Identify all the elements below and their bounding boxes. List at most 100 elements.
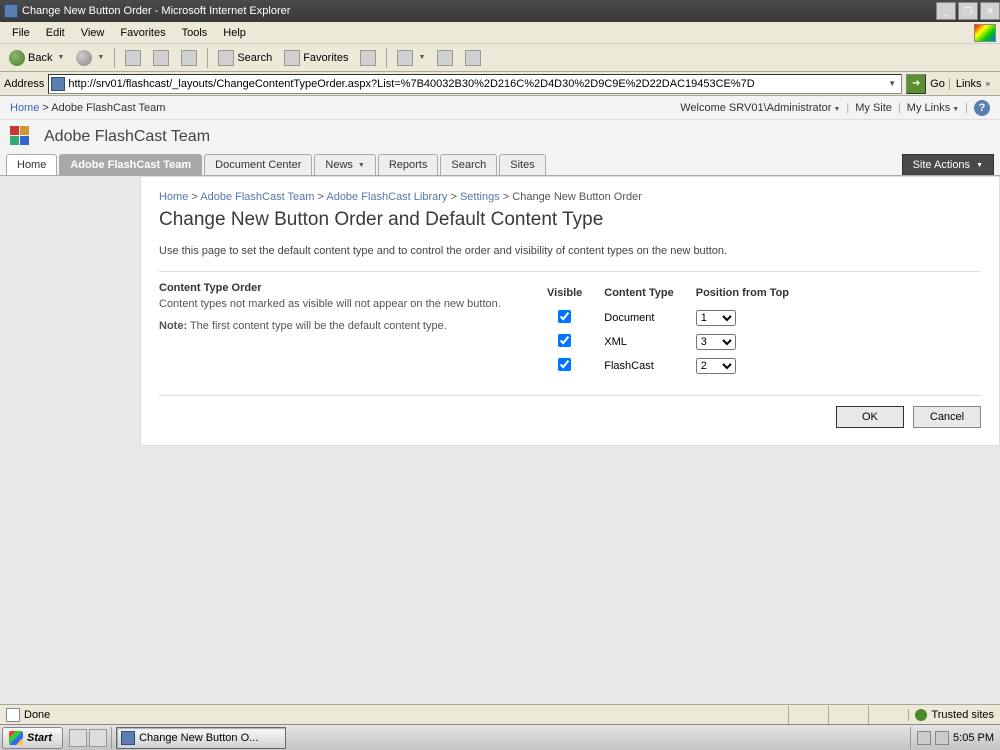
site-title-area: Adobe FlashCast Team bbox=[0, 120, 1000, 154]
url-box[interactable]: ▼ bbox=[48, 74, 902, 94]
stop-button[interactable] bbox=[120, 47, 146, 69]
history-button[interactable] bbox=[355, 47, 381, 69]
tab-reports[interactable]: Reports bbox=[378, 154, 439, 175]
ok-button[interactable]: OK bbox=[836, 406, 904, 428]
system-tray: 5:05 PM bbox=[910, 727, 1000, 749]
content-type-table: Visible Content Type Position from Top D… bbox=[539, 282, 805, 379]
shield-icon bbox=[915, 709, 927, 721]
chevron-down-icon[interactable]: ▼ bbox=[57, 54, 64, 61]
separator bbox=[386, 48, 387, 68]
table-row: XML123 bbox=[541, 331, 803, 353]
bc-home[interactable]: Home bbox=[159, 191, 188, 203]
content-type-name: Document bbox=[598, 307, 687, 329]
status-pane bbox=[788, 706, 828, 724]
ie-icon bbox=[4, 4, 18, 18]
home-button[interactable] bbox=[176, 47, 202, 69]
chevron-down-icon[interactable]: ▼ bbox=[97, 54, 104, 61]
global-crumb: Adobe FlashCast Team bbox=[51, 102, 165, 114]
tray-icon[interactable] bbox=[935, 731, 949, 745]
security-zone[interactable]: Trusted sites bbox=[908, 709, 994, 721]
tab-news[interactable]: News▼ bbox=[314, 154, 375, 175]
close-button[interactable]: ✕ bbox=[980, 2, 1000, 20]
windows-flag-icon bbox=[9, 731, 23, 745]
bc-current: Change New Button Order bbox=[512, 191, 642, 203]
favorites-label: Favorites bbox=[303, 52, 348, 64]
tab-home[interactable]: Home bbox=[6, 154, 57, 175]
position-select[interactable]: 123 bbox=[696, 358, 736, 374]
visible-checkbox[interactable] bbox=[558, 358, 571, 371]
help-icon[interactable]: ? bbox=[974, 100, 990, 116]
menu-view[interactable]: View bbox=[73, 25, 113, 41]
windows-taskbar: Start Change New Button O... 5:05 PM bbox=[0, 724, 1000, 750]
browser-viewport: Home > Adobe FlashCast Team Welcome SRV0… bbox=[0, 96, 1000, 728]
form-buttons: OK Cancel bbox=[159, 395, 981, 428]
quick-launch-item[interactable] bbox=[69, 729, 87, 747]
back-button[interactable]: Back ▼ bbox=[4, 47, 69, 69]
status-text: Done bbox=[24, 709, 50, 721]
mysite-link[interactable]: My Site bbox=[855, 102, 892, 114]
start-button[interactable]: Start bbox=[2, 727, 63, 749]
table-row: Document 123 bbox=[541, 307, 803, 329]
search-button[interactable]: Search bbox=[213, 47, 277, 69]
status-pane bbox=[868, 706, 908, 724]
cancel-button[interactable]: Cancel bbox=[913, 406, 981, 428]
favorites-button[interactable]: Favorites bbox=[279, 47, 353, 69]
menu-favorites[interactable]: Favorites bbox=[112, 25, 173, 41]
page-description: Use this page to set the default content… bbox=[159, 239, 981, 271]
site-actions-menu[interactable]: Site Actions▼ bbox=[902, 154, 994, 175]
tray-icon[interactable] bbox=[917, 731, 931, 745]
position-select[interactable]: 123 bbox=[696, 334, 736, 350]
bc-library[interactable]: Adobe FlashCast Library bbox=[326, 191, 447, 203]
tab-document-center[interactable]: Document Center bbox=[204, 154, 312, 175]
col-content-type: Content Type bbox=[598, 284, 687, 305]
favicon-icon bbox=[51, 77, 65, 91]
go-button[interactable]: ➔ bbox=[906, 74, 926, 94]
visible-checkbox[interactable] bbox=[558, 334, 571, 347]
refresh-button[interactable] bbox=[148, 47, 174, 69]
address-label: Address bbox=[4, 78, 44, 90]
visible-checkbox[interactable] bbox=[558, 310, 571, 323]
site-title: Adobe FlashCast Team bbox=[44, 128, 210, 146]
address-bar: Address ▼ ➔ Go Links» bbox=[0, 72, 1000, 96]
taskbar-task-ie[interactable]: Change New Button O... bbox=[116, 727, 286, 749]
tab-sites[interactable]: Sites bbox=[499, 154, 545, 175]
separator bbox=[207, 48, 208, 68]
bc-team[interactable]: Adobe FlashCast Team bbox=[200, 191, 314, 203]
page-icon bbox=[6, 708, 20, 722]
menu-tools[interactable]: Tools bbox=[174, 25, 216, 41]
print-button[interactable] bbox=[432, 47, 458, 69]
ie-throbber-icon bbox=[974, 24, 996, 42]
url-input[interactable] bbox=[68, 78, 885, 90]
links-toolbar[interactable]: Links» bbox=[949, 78, 996, 90]
url-dropdown-icon[interactable]: ▼ bbox=[885, 79, 899, 88]
status-pane bbox=[828, 706, 868, 724]
mail-button[interactable]: ▼ bbox=[392, 47, 430, 69]
menu-help[interactable]: Help bbox=[215, 25, 254, 41]
tab-search[interactable]: Search bbox=[440, 154, 497, 175]
edit-button[interactable] bbox=[460, 47, 486, 69]
top-nav-tabs: Home Adobe FlashCast Team Document Cente… bbox=[0, 154, 1000, 176]
content-type-order-section: Content Type Order Content types not mar… bbox=[159, 271, 981, 379]
menu-edit[interactable]: Edit bbox=[38, 25, 73, 41]
sharepoint-global-nav: Home > Adobe FlashCast Team Welcome SRV0… bbox=[0, 96, 1000, 120]
back-label: Back bbox=[28, 52, 52, 64]
maximize-button[interactable]: ❐ bbox=[958, 2, 978, 20]
navigation-toolbar: Back ▼ ▼ Search Favorites ▼ bbox=[0, 44, 1000, 72]
minimize-button[interactable]: _ bbox=[936, 2, 956, 20]
quick-launch-item[interactable] bbox=[89, 729, 107, 747]
tab-flashcast-team[interactable]: Adobe FlashCast Team bbox=[59, 154, 202, 175]
welcome-menu[interactable]: Welcome SRV01\Administrator▼ bbox=[680, 102, 840, 114]
ie-icon bbox=[121, 731, 135, 745]
search-label: Search bbox=[237, 52, 272, 64]
page-heading: Change New Button Order and Default Cont… bbox=[159, 207, 981, 239]
content-breadcrumb: Home > Adobe FlashCast Team > Adobe Flas… bbox=[159, 187, 981, 207]
section-title: Content Type Order bbox=[159, 282, 519, 294]
browser-status-bar: Done Trusted sites bbox=[0, 704, 1000, 724]
menu-file[interactable]: File bbox=[4, 25, 38, 41]
position-select[interactable]: 123 bbox=[696, 310, 736, 326]
col-position: Position from Top bbox=[690, 284, 803, 305]
forward-button[interactable]: ▼ bbox=[71, 47, 109, 69]
mylinks-menu[interactable]: My Links▼ bbox=[907, 102, 959, 114]
global-home-link[interactable]: Home bbox=[10, 102, 39, 114]
bc-settings[interactable]: Settings bbox=[460, 191, 500, 203]
